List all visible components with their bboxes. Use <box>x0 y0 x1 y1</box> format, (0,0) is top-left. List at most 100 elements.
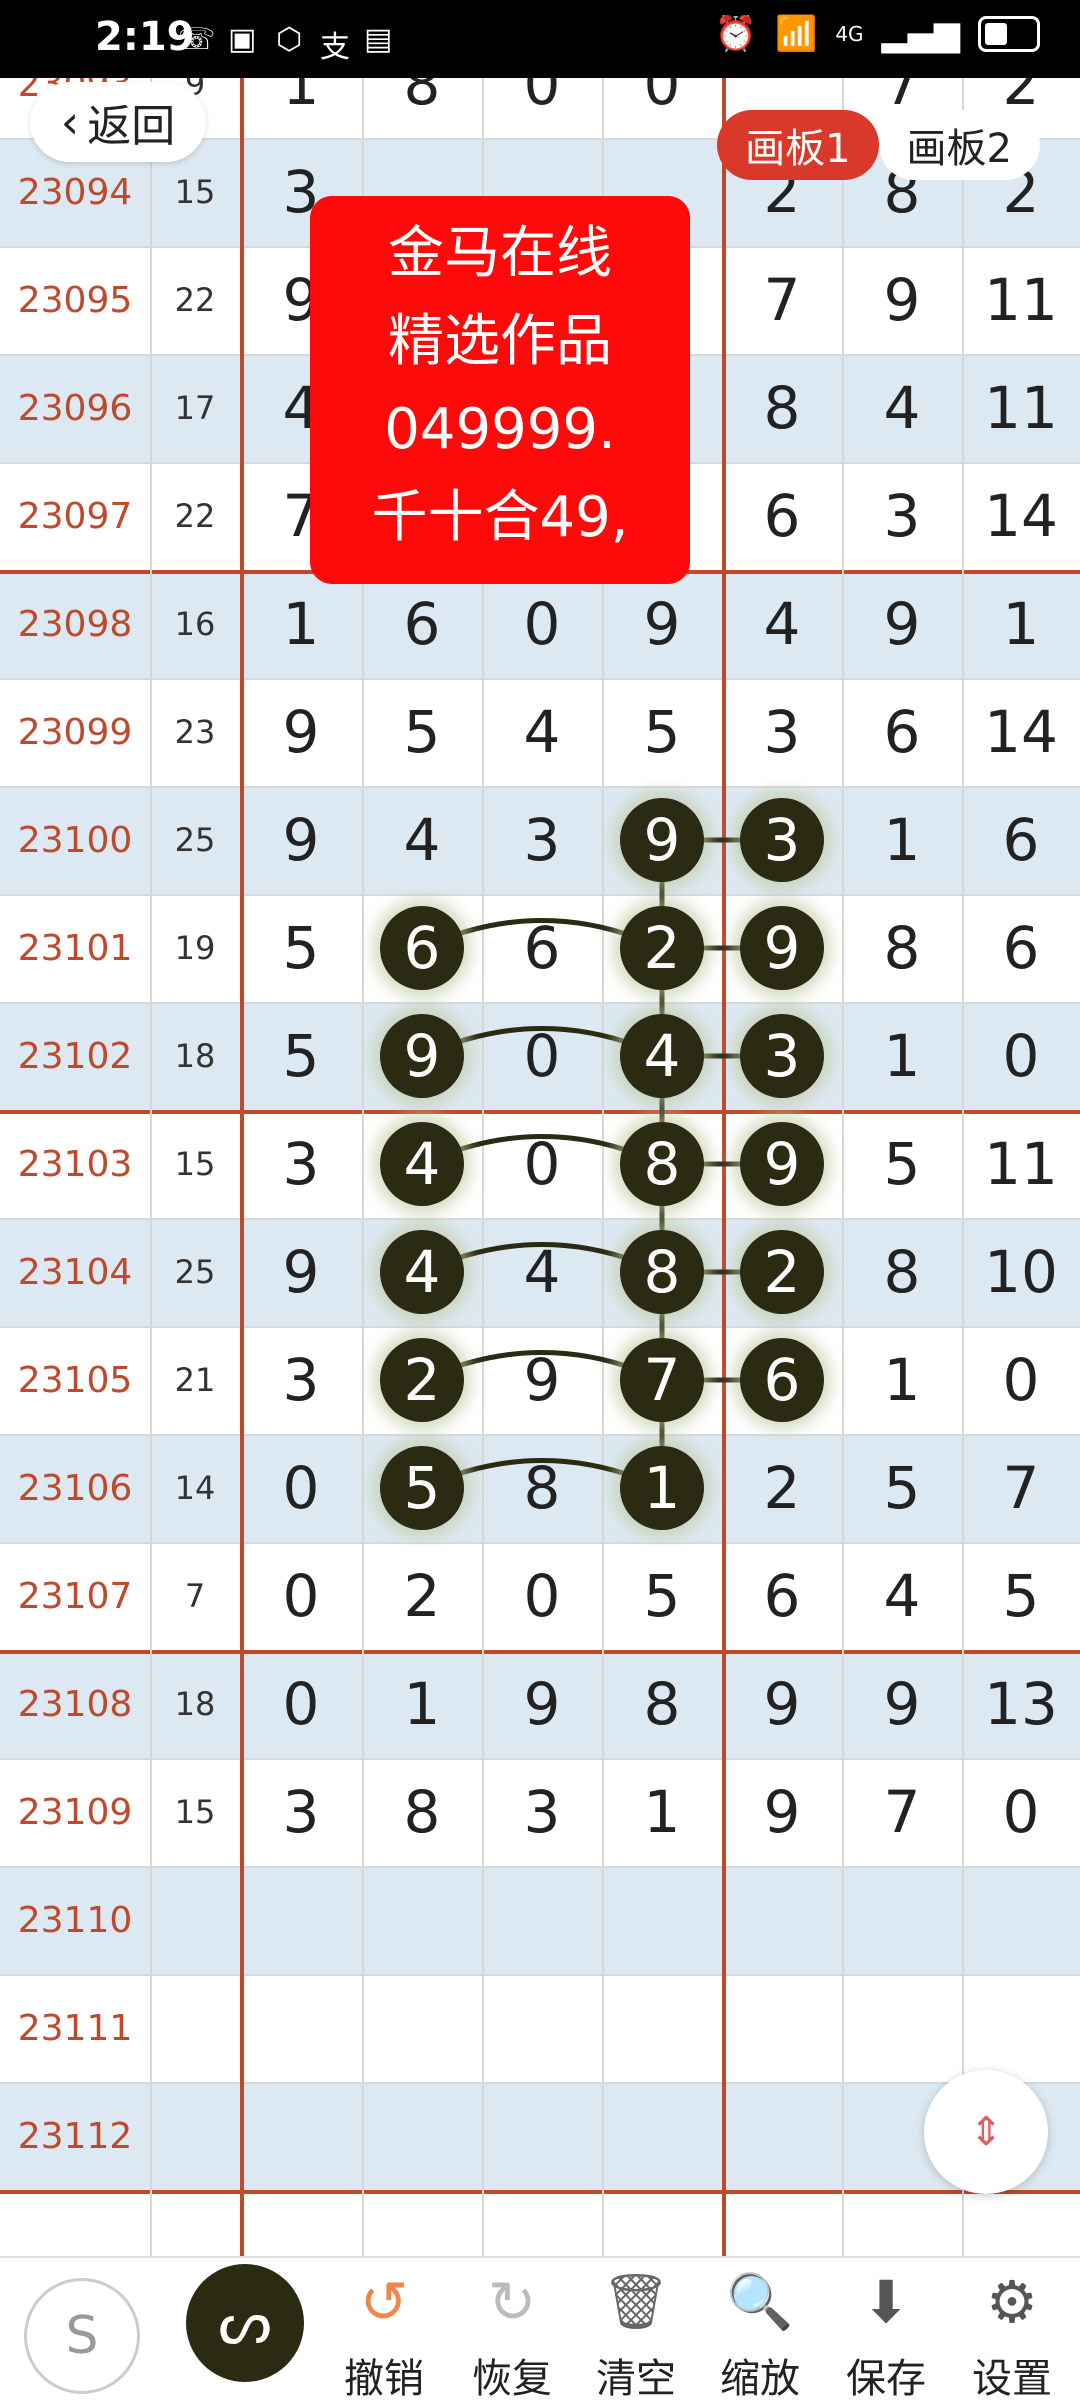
digit-cell[interactable]: 5 <box>362 678 482 786</box>
marked-ball[interactable]: 9 <box>740 906 824 990</box>
digit-cell[interactable]: 8 <box>362 78 482 138</box>
digit-cell[interactable]: 3 <box>240 1110 362 1218</box>
digit-cell[interactable] <box>362 2082 482 2190</box>
digit-cell[interactable]: 5 <box>962 1542 1080 1650</box>
digit-cell[interactable]: 1 <box>842 786 962 894</box>
marked-ball[interactable]: 2 <box>620 906 704 990</box>
digit-cell[interactable] <box>482 1866 602 1974</box>
digit-cell[interactable] <box>842 1974 962 2082</box>
digit-cell[interactable]: 0 <box>602 78 722 138</box>
pen-mode-button[interactable]: S <box>24 2278 140 2394</box>
digit-cell[interactable]: 11 <box>962 1110 1080 1218</box>
digit-cell[interactable] <box>362 1866 482 1974</box>
digit-cell[interactable] <box>602 1866 722 1974</box>
digit-cell[interactable]: 1 <box>842 1002 962 1110</box>
digit-cell[interactable]: 9 <box>240 786 362 894</box>
digit-cell[interactable]: 6 <box>482 894 602 1002</box>
digit-cell[interactable]: 3 <box>240 1326 362 1434</box>
digit-cell[interactable]: 9 <box>722 1650 842 1758</box>
marked-ball[interactable]: 1 <box>620 1446 704 1530</box>
digit-cell[interactable] <box>722 1866 842 1974</box>
digit-cell[interactable]: 9 <box>482 1326 602 1434</box>
digit-cell[interactable]: 0 <box>962 1758 1080 1866</box>
digit-cell[interactable] <box>842 1866 962 1974</box>
tab-board-2[interactable]: 画板2 <box>878 110 1040 180</box>
back-button[interactable]: ‹ 返回 <box>30 82 206 162</box>
digit-cell[interactable]: 7 <box>722 246 842 354</box>
marked-ball[interactable]: 6 <box>380 906 464 990</box>
digit-cell[interactable]: 3 <box>240 1758 362 1866</box>
marked-ball[interactable]: 5 <box>380 1446 464 1530</box>
digit-cell[interactable]: 1 <box>240 570 362 678</box>
digit-cell[interactable]: 14 <box>962 462 1080 570</box>
digit-cell[interactable]: 4 <box>362 786 482 894</box>
digit-cell[interactable]: 5 <box>842 1434 962 1542</box>
digit-cell[interactable]: 9 <box>482 1650 602 1758</box>
digit-cell[interactable]: 4 <box>482 1218 602 1326</box>
digit-cell[interactable]: 2 <box>362 1542 482 1650</box>
digit-cell[interactable]: 11 <box>962 246 1080 354</box>
digit-cell[interactable] <box>962 1974 1080 2082</box>
digit-cell[interactable]: 2 <box>722 1434 842 1542</box>
digit-cell[interactable]: 9 <box>240 1218 362 1326</box>
digit-cell[interactable]: 1 <box>842 1326 962 1434</box>
digit-cell[interactable]: 9 <box>240 678 362 786</box>
clear-button[interactable]: 🗑 清空 <box>576 2258 696 2402</box>
marked-ball[interactable]: 8 <box>620 1122 704 1206</box>
redo-button[interactable]: ↻ 恢复 <box>452 2258 572 2402</box>
digit-cell[interactable] <box>482 2082 602 2190</box>
digit-cell[interactable]: 8 <box>842 894 962 1002</box>
digit-cell[interactable]: 3 <box>482 1758 602 1866</box>
digit-cell[interactable]: 5 <box>602 678 722 786</box>
digit-cell[interactable]: 7 <box>842 1758 962 1866</box>
digit-cell[interactable]: 3 <box>482 786 602 894</box>
digit-cell[interactable]: 5 <box>240 894 362 1002</box>
marked-ball[interactable]: 3 <box>740 798 824 882</box>
marked-ball[interactable]: 3 <box>740 1014 824 1098</box>
digit-cell[interactable]: 8 <box>842 1218 962 1326</box>
digit-cell[interactable]: 1 <box>962 570 1080 678</box>
digit-cell[interactable]: 0 <box>240 1434 362 1542</box>
marked-ball[interactable]: 9 <box>740 1122 824 1206</box>
digit-cell[interactable]: 8 <box>482 1434 602 1542</box>
digit-cell[interactable]: 6 <box>962 894 1080 1002</box>
digit-cell[interactable]: 0 <box>962 1326 1080 1434</box>
digit-cell[interactable]: 9 <box>842 570 962 678</box>
digit-cell[interactable]: 9 <box>602 570 722 678</box>
digit-cell[interactable]: 11 <box>962 354 1080 462</box>
save-button[interactable]: ⬇ 保存 <box>826 2258 946 2402</box>
digit-cell[interactable]: 0 <box>240 1542 362 1650</box>
digit-cell[interactable]: 4 <box>722 570 842 678</box>
digit-cell[interactable]: 9 <box>842 246 962 354</box>
marked-ball[interactable]: 6 <box>740 1338 824 1422</box>
digit-cell[interactable]: 0 <box>482 1110 602 1218</box>
digit-cell[interactable]: 0 <box>240 1650 362 1758</box>
digit-cell[interactable]: 1 <box>240 78 362 138</box>
digit-cell[interactable]: 3 <box>842 462 962 570</box>
digit-cell[interactable]: 4 <box>482 678 602 786</box>
digit-cell[interactable]: 6 <box>962 786 1080 894</box>
digit-cell[interactable]: 6 <box>362 570 482 678</box>
marked-ball[interactable]: 4 <box>620 1014 704 1098</box>
digit-cell[interactable]: 5 <box>602 1542 722 1650</box>
digit-cell[interactable]: 7 <box>962 1434 1080 1542</box>
marked-ball[interactable]: 9 <box>380 1014 464 1098</box>
digit-cell[interactable]: 8 <box>362 1758 482 1866</box>
digit-cell[interactable] <box>722 2082 842 2190</box>
digit-cell[interactable] <box>962 1866 1080 1974</box>
digit-cell[interactable]: 0 <box>482 1542 602 1650</box>
digit-cell[interactable] <box>482 1974 602 2082</box>
digit-cell[interactable]: 9 <box>842 1650 962 1758</box>
digit-cell[interactable] <box>240 1866 362 1974</box>
digit-cell[interactable]: 6 <box>722 462 842 570</box>
digit-cell[interactable]: 10 <box>962 1218 1080 1326</box>
digit-cell[interactable]: 0 <box>482 78 602 138</box>
digit-cell[interactable]: 0 <box>482 570 602 678</box>
zoom-button[interactable]: 🔍 缩放 <box>700 2258 820 2402</box>
digit-cell[interactable]: 6 <box>722 1542 842 1650</box>
digit-cell[interactable]: 9 <box>722 1758 842 1866</box>
digit-cell[interactable]: 4 <box>842 1542 962 1650</box>
marked-ball[interactable]: 4 <box>380 1230 464 1314</box>
marked-ball[interactable]: 2 <box>380 1338 464 1422</box>
digit-cell[interactable]: 5 <box>240 1002 362 1110</box>
